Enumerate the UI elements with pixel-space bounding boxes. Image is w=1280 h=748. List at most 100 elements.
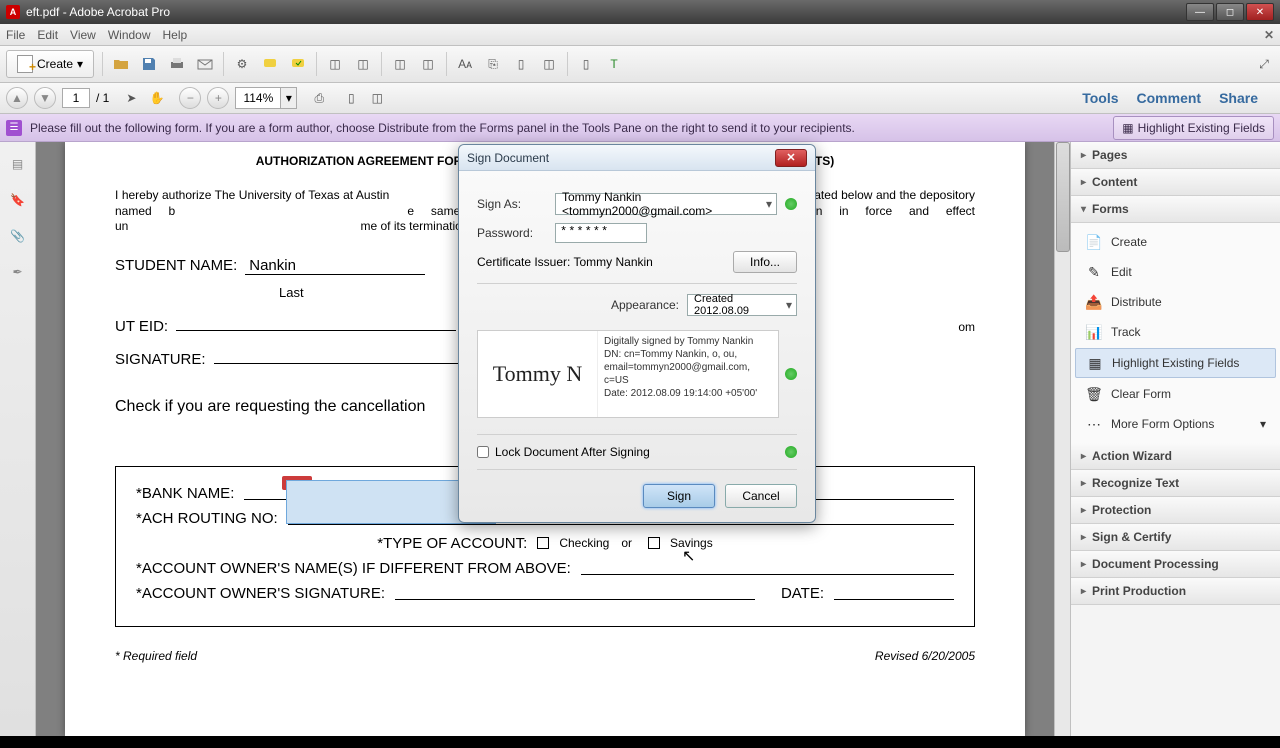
panel-protection[interactable]: Protection bbox=[1071, 497, 1280, 524]
vertical-scrollbar[interactable] bbox=[1054, 142, 1070, 736]
panel-sign-certify[interactable]: Sign & Certify bbox=[1071, 524, 1280, 551]
forms-item-clear-form[interactable]: 🗑Clear Form bbox=[1071, 379, 1280, 409]
sign-as-dropdown[interactable]: Tommy Nankin <tommyn2000@gmail.com> bbox=[555, 193, 777, 215]
menu-view[interactable]: View bbox=[70, 28, 96, 42]
link-icon[interactable]: ⎘ bbox=[483, 54, 503, 74]
tool-icon-4[interactable]: ◫ bbox=[418, 54, 438, 74]
form-notification-bar: ☰ Please fill out the following form. If… bbox=[0, 114, 1280, 142]
lock-status-icon bbox=[785, 446, 797, 458]
panel-action-wizard[interactable]: Action Wizard bbox=[1071, 443, 1280, 470]
date-label: DATE: bbox=[781, 585, 824, 602]
sign-button[interactable]: Sign bbox=[643, 484, 715, 508]
dialog-close-button[interactable]: ✕ bbox=[775, 149, 807, 167]
text-size-icon[interactable]: Aᴀ bbox=[455, 54, 475, 74]
page-number-input[interactable] bbox=[62, 88, 90, 108]
date-field[interactable] bbox=[834, 586, 954, 600]
owner-sig-field[interactable] bbox=[395, 586, 755, 600]
panel-recognize-text[interactable]: Recognize Text bbox=[1071, 470, 1280, 497]
appearance-dropdown[interactable]: Created 2012.08.09 bbox=[687, 294, 797, 316]
panel-forms[interactable]: Forms bbox=[1071, 196, 1280, 223]
cancel-button[interactable]: Cancel bbox=[725, 484, 797, 508]
open-icon[interactable] bbox=[111, 54, 131, 74]
uteid-field[interactable] bbox=[176, 330, 456, 331]
tool-icon-2[interactable]: ◫ bbox=[353, 54, 373, 74]
create-button[interactable]: Create ▾ bbox=[6, 50, 94, 78]
comment-icon[interactable] bbox=[260, 54, 280, 74]
student-last-field[interactable]: Nankin bbox=[245, 257, 425, 275]
fit-page-icon[interactable]: ▯ bbox=[341, 88, 361, 108]
tool-icon-3[interactable]: ◫ bbox=[390, 54, 410, 74]
minimize-button[interactable]: — bbox=[1186, 3, 1214, 21]
stamp-icon[interactable] bbox=[288, 54, 308, 74]
gear-icon[interactable]: ⚙ bbox=[232, 54, 252, 74]
savings-checkbox[interactable] bbox=[648, 537, 660, 549]
scrollbar-thumb[interactable] bbox=[1056, 142, 1070, 252]
two-page-icon[interactable]: ◫ bbox=[539, 54, 559, 74]
password-input[interactable] bbox=[555, 223, 647, 243]
dialog-title-bar[interactable]: Sign Document ✕ bbox=[459, 145, 815, 171]
owner-name-field[interactable] bbox=[581, 561, 954, 575]
uteid-label: UT EID: bbox=[115, 318, 168, 335]
signatures-icon[interactable]: ✒ bbox=[8, 262, 28, 282]
close-document-button[interactable]: ✕ bbox=[1264, 28, 1274, 42]
text-tool-icon[interactable]: T bbox=[604, 54, 624, 74]
tools-tab[interactable]: Tools bbox=[1082, 90, 1118, 106]
forms-item-highlight-existing-fields[interactable]: ▦Highlight Existing Fields bbox=[1075, 348, 1276, 378]
forms-item-track[interactable]: 📊Track bbox=[1071, 317, 1280, 347]
forms-item-edit[interactable]: ✎Edit bbox=[1071, 257, 1280, 287]
select-tool-icon[interactable]: ➤ bbox=[121, 88, 141, 108]
menu-file[interactable]: File bbox=[6, 28, 25, 42]
single-page-icon[interactable]: ▯ bbox=[576, 54, 596, 74]
forms-item-icon: 📄 bbox=[1085, 233, 1103, 251]
fit-width-icon[interactable]: ◫ bbox=[367, 88, 387, 108]
print-icon[interactable] bbox=[167, 54, 187, 74]
hand-tool-icon[interactable]: ✋ bbox=[147, 88, 167, 108]
info-button[interactable]: Info... bbox=[733, 251, 797, 273]
page-total: / 1 bbox=[96, 91, 109, 105]
tool-icon-1[interactable]: ◫ bbox=[325, 54, 345, 74]
lock-checkbox[interactable] bbox=[477, 446, 489, 458]
zoom-combo[interactable]: ▾ bbox=[235, 87, 297, 109]
menu-window[interactable]: Window bbox=[108, 28, 151, 42]
page-down-button[interactable]: ▼ bbox=[34, 87, 56, 109]
panel-pages[interactable]: Pages bbox=[1071, 142, 1280, 169]
maximize-button[interactable]: ◻ bbox=[1216, 3, 1244, 21]
highlight-fields-button[interactable]: ▦ Highlight Existing Fields bbox=[1113, 116, 1274, 140]
page-icon[interactable]: ▯ bbox=[511, 54, 531, 74]
attachments-icon[interactable]: 📎 bbox=[8, 226, 28, 246]
zoom-in-button[interactable]: + bbox=[207, 87, 229, 109]
signature-details: Digitally signed by Tommy Nankin DN: cn=… bbox=[598, 331, 778, 417]
form-icon: ☰ bbox=[6, 120, 22, 136]
checking-checkbox[interactable] bbox=[537, 537, 549, 549]
page-up-button[interactable]: ▲ bbox=[6, 87, 28, 109]
comment-tab[interactable]: Comment bbox=[1137, 90, 1202, 106]
save-icon[interactable] bbox=[139, 54, 159, 74]
forms-item-more-form-options[interactable]: ⋯More Form Options▾ bbox=[1071, 409, 1280, 439]
forms-item-create[interactable]: 📄Create bbox=[1071, 227, 1280, 257]
signature-field[interactable] bbox=[214, 363, 474, 364]
zoom-out-button[interactable]: − bbox=[179, 87, 201, 109]
panel-doc-processing[interactable]: Document Processing bbox=[1071, 551, 1280, 578]
bookmarks-icon[interactable]: 🔖 bbox=[8, 190, 28, 210]
tools-panel: Pages Content Forms 📄Create✎Edit📤Distrib… bbox=[1070, 142, 1280, 736]
revised-note: Revised 6/20/2005 bbox=[875, 649, 975, 663]
share-tab[interactable]: Share bbox=[1219, 90, 1258, 106]
menu-edit[interactable]: Edit bbox=[37, 28, 58, 42]
highlight-icon: ▦ bbox=[1122, 121, 1133, 135]
zoom-dropdown-icon[interactable]: ▾ bbox=[280, 88, 296, 108]
forms-item-label: Edit bbox=[1111, 265, 1132, 279]
main-toolbar: Create ▾ ⚙ ◫ ◫ ◫ ◫ Aᴀ ⎘ ▯ ◫ ▯ T ⤢ bbox=[0, 46, 1280, 83]
panel-content[interactable]: Content bbox=[1071, 169, 1280, 196]
panel-print-production[interactable]: Print Production bbox=[1071, 578, 1280, 605]
email-icon[interactable] bbox=[195, 54, 215, 74]
forms-panel-body: 📄Create✎Edit📤Distribute📊Track▦Highlight … bbox=[1071, 223, 1280, 443]
close-window-button[interactable]: ✕ bbox=[1246, 3, 1274, 21]
expand-icon[interactable]: ⤢ bbox=[1254, 54, 1274, 74]
scan-icon[interactable]: ⎙ bbox=[309, 88, 329, 108]
thumbnails-icon[interactable]: ▤ bbox=[8, 154, 28, 174]
forms-item-distribute[interactable]: 📤Distribute bbox=[1071, 287, 1280, 317]
zoom-input[interactable] bbox=[236, 88, 280, 108]
create-icon bbox=[17, 55, 33, 73]
menu-help[interactable]: Help bbox=[163, 28, 188, 42]
forms-item-icon: 🗑 bbox=[1085, 385, 1103, 403]
